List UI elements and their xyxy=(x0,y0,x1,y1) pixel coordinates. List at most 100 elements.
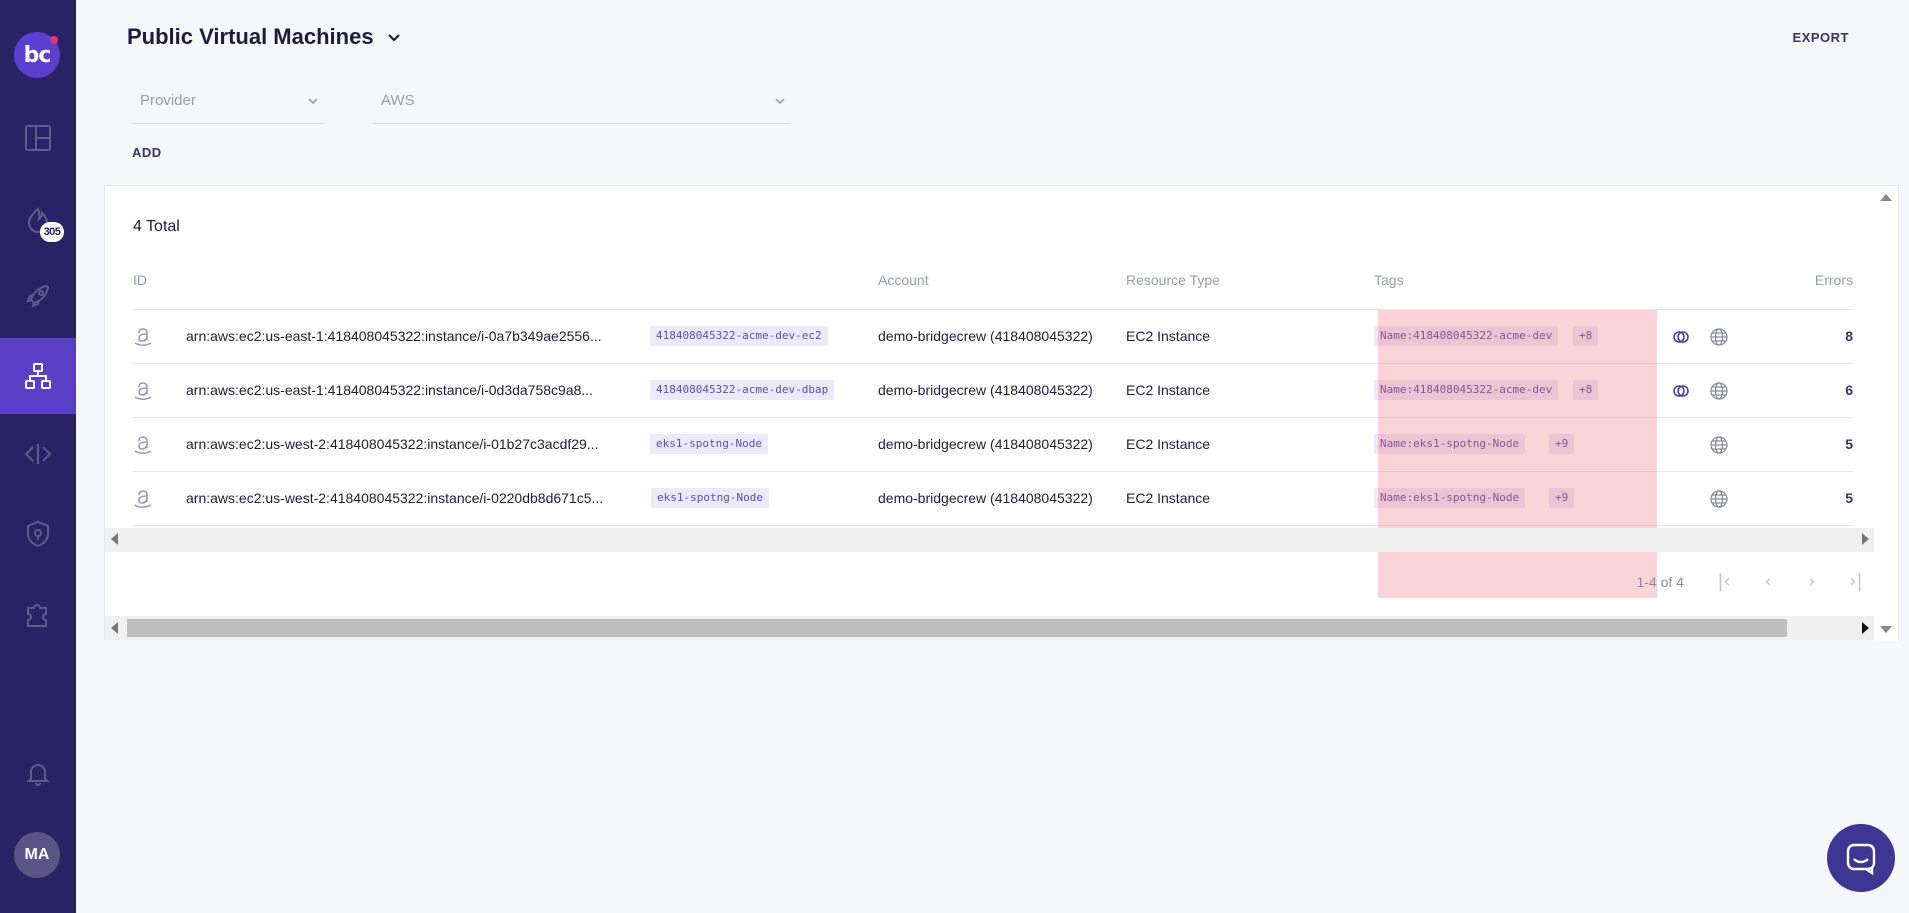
row-account: demo-bridgecrew (418408045322) xyxy=(878,328,1093,344)
row-id: arn:aws:ec2:us-east-1:418408045322:insta… xyxy=(186,328,602,344)
scroll-thumb[interactable] xyxy=(127,619,1787,637)
row-id: arn:aws:ec2:us-east-1:418408045322:insta… xyxy=(186,382,594,398)
table-row[interactable]: arn:aws:ec2:us-west-2:418408045322:insta… xyxy=(133,418,1853,472)
row-id: arn:aws:ec2:us-west-2:418408045322:insta… xyxy=(186,436,599,452)
row-resource-type: EC2 Instance xyxy=(1126,490,1211,506)
table-horizontal-scrollbar[interactable] xyxy=(105,528,1875,552)
tag-more-chip[interactable]: +8 xyxy=(1573,380,1599,400)
export-button[interactable]: EXPORT xyxy=(1793,30,1849,45)
chat-icon xyxy=(1846,843,1876,875)
row-account: demo-bridgecrew (418408045322) xyxy=(878,436,1093,452)
globe-icon[interactable] xyxy=(1709,435,1729,455)
table-header: ID Account Resource Type Tags Errors xyxy=(133,248,1853,310)
row-resource-type: EC2 Instance xyxy=(1126,382,1211,398)
row-errors[interactable]: 8 xyxy=(1845,328,1853,344)
link-icon[interactable] xyxy=(1671,381,1691,401)
table-row[interactable]: arn:aws:ec2:us-east-1:418408045322:insta… xyxy=(133,364,1853,418)
bell-icon xyxy=(26,764,50,786)
total-count: 4 Total xyxy=(133,218,180,235)
amazon-icon xyxy=(134,490,152,509)
sidebar: bc 305 MA xyxy=(0,0,76,913)
incidents-badge: 305 xyxy=(40,222,64,242)
name-chip: eks1-spotng-Node xyxy=(650,434,768,454)
add-filter-button[interactable]: ADD xyxy=(132,145,162,160)
row-resource-type: EC2 Instance xyxy=(1126,436,1211,452)
sidebar-item-dashboard[interactable] xyxy=(0,100,76,176)
chevron-down-icon xyxy=(308,98,318,105)
chat-launcher-button[interactable] xyxy=(1827,824,1895,892)
panel-vertical-scrollbar[interactable] xyxy=(1874,186,1898,641)
globe-icon[interactable] xyxy=(1709,327,1729,347)
tag-more-chip[interactable]: +9 xyxy=(1549,434,1575,454)
next-page-icon[interactable]: › xyxy=(1800,571,1824,592)
scroll-down-arrow-icon[interactable] xyxy=(1880,626,1892,633)
row-id: arn:aws:ec2:us-west-2:418408045322:insta… xyxy=(186,490,604,506)
previous-page-icon[interactable]: ‹ xyxy=(1756,571,1780,592)
link-icon[interactable] xyxy=(1671,327,1691,347)
rocket-icon xyxy=(26,284,50,308)
row-errors[interactable]: 5 xyxy=(1845,436,1853,452)
pagination: 1-4 of 4 |‹ ‹ › ›| xyxy=(1637,571,1868,592)
amazon-icon xyxy=(134,436,152,455)
table-row[interactable]: arn:aws:ec2:us-east-1:418408045322:insta… xyxy=(133,310,1853,364)
globe-icon[interactable] xyxy=(1709,489,1729,509)
inventory-icon xyxy=(25,363,51,389)
scroll-left-arrow-icon[interactable] xyxy=(111,533,118,545)
row-errors[interactable]: 6 xyxy=(1845,382,1853,398)
sidebar-item-inventory[interactable] xyxy=(0,338,76,414)
integrations-icon xyxy=(27,604,47,627)
sidebar-item-security[interactable] xyxy=(0,496,76,572)
logo-dot xyxy=(50,36,58,44)
sidebar-item-integrations[interactable] xyxy=(0,576,76,652)
globe-icon[interactable] xyxy=(1709,381,1729,401)
scroll-up-arrow-icon[interactable] xyxy=(1880,194,1892,201)
tag-chip: Name:eks1-spotng-Node xyxy=(1374,434,1526,454)
sidebar-item-code[interactable] xyxy=(0,416,76,492)
sidebar-item-notifications[interactable] xyxy=(0,735,76,811)
logo-text: bc xyxy=(23,42,52,68)
row-account: demo-bridgecrew (418408045322) xyxy=(878,382,1093,398)
tag-chip: Name:418408045322-acme-dev xyxy=(1374,326,1559,346)
name-chip: 418408045322-acme-dev-dbap xyxy=(650,380,835,400)
provider-select-value: AWS xyxy=(381,92,415,109)
amazon-icon xyxy=(134,382,152,401)
column-header-account[interactable]: Account xyxy=(878,272,929,288)
chevron-down-icon[interactable] xyxy=(384,28,404,48)
column-header-errors[interactable]: Errors xyxy=(1815,272,1853,288)
shield-icon xyxy=(27,520,49,548)
resources-table: ID Account Resource Type Tags Errors arn… xyxy=(133,248,1853,598)
pagination-range: 1-4 of 4 xyxy=(1636,573,1684,590)
row-account: demo-bridgecrew (418408045322) xyxy=(878,490,1093,506)
logo[interactable]: bc xyxy=(14,32,60,78)
amazon-icon xyxy=(134,328,152,347)
panel-horizontal-scrollbar[interactable] xyxy=(105,616,1875,640)
page-title[interactable]: Public Virtual Machines xyxy=(127,24,374,50)
chevron-down-icon xyxy=(775,98,785,105)
sidebar-item-incidents[interactable]: 305 xyxy=(0,182,76,258)
tag-more-chip[interactable]: +9 xyxy=(1549,488,1575,508)
name-chip: eks1-spotng-Node xyxy=(651,488,769,508)
table-row[interactable]: arn:aws:ec2:us-west-2:418408045322:insta… xyxy=(133,472,1853,526)
provider-value-select[interactable]: AWS xyxy=(373,84,791,124)
scroll-right-arrow-icon[interactable] xyxy=(1862,533,1869,545)
provider-select[interactable]: Provider xyxy=(132,84,324,124)
tag-chip: Name:eks1-spotng-Node xyxy=(1374,488,1526,508)
code-icon xyxy=(24,444,52,464)
row-errors[interactable]: 5 xyxy=(1845,490,1853,506)
provider-select-placeholder: Provider xyxy=(140,92,196,109)
avatar[interactable]: MA xyxy=(14,832,60,878)
first-page-icon[interactable]: |‹ xyxy=(1712,571,1736,592)
row-resource-type: EC2 Instance xyxy=(1126,328,1211,344)
name-chip: 418408045322-acme-dev-ec2 xyxy=(650,326,828,346)
dashboard-icon xyxy=(25,125,51,151)
results-panel: 4 Total ID Account Resource Type Tags Er… xyxy=(104,185,1899,641)
sidebar-item-deploy[interactable] xyxy=(0,258,76,334)
tag-more-chip[interactable]: +8 xyxy=(1573,326,1599,346)
scroll-left-arrow-icon[interactable] xyxy=(111,622,118,634)
last-page-icon[interactable]: ›| xyxy=(1844,571,1868,592)
scroll-right-arrow-icon[interactable] xyxy=(1862,622,1869,634)
column-header-id[interactable]: ID xyxy=(133,272,147,288)
tag-chip: Name:418408045322-acme-dev xyxy=(1374,380,1559,400)
column-header-resource-type[interactable]: Resource Type xyxy=(1126,272,1220,288)
column-header-tags[interactable]: Tags xyxy=(1374,272,1404,288)
